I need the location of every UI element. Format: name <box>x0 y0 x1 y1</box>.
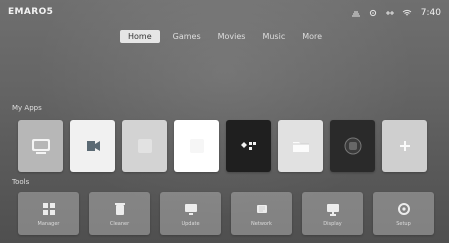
blank-icon <box>189 139 204 153</box>
app-tile-file-manager[interactable] <box>278 120 323 172</box>
gear-icon <box>395 200 413 218</box>
tool-label: Cleaner <box>109 221 130 227</box>
settings-icon <box>368 9 378 17</box>
tool-tile-display[interactable]: Display <box>302 192 363 235</box>
app-tile-4[interactable] <box>174 120 219 172</box>
tab-movies[interactable]: Movies <box>214 30 250 43</box>
tool-tile-cleaner[interactable]: Cleaner <box>89 192 150 235</box>
tool-row: Manager Cleaner Update Network Display S… <box>18 192 434 235</box>
tool-label: Network <box>251 221 272 227</box>
cast-icon <box>31 139 50 154</box>
blank-icon <box>137 139 152 153</box>
tool-label: Display <box>323 221 342 227</box>
app-tile-3[interactable] <box>122 120 167 172</box>
section-title-apps: My Apps <box>12 104 42 112</box>
app-row <box>18 120 434 172</box>
tool-tile-update[interactable]: Update <box>160 192 221 235</box>
folder-icon <box>292 142 309 152</box>
usb-icon <box>385 9 395 17</box>
app-tile-screen-cast[interactable] <box>18 120 63 172</box>
tab-bar: Home Games Movies Music More <box>120 30 326 43</box>
section-title-tools: Tools <box>12 178 30 186</box>
app-tile-add[interactable] <box>382 120 427 172</box>
clock: 7:40 <box>420 8 441 18</box>
display-icon <box>324 200 342 218</box>
trash-icon <box>111 200 129 218</box>
grid-icon <box>40 200 58 218</box>
video-icon <box>86 141 100 151</box>
tab-music[interactable]: Music <box>258 30 289 43</box>
app-tile-7[interactable] <box>330 120 375 172</box>
tool-tile-network[interactable]: Network <box>231 192 292 235</box>
network-icon <box>253 200 271 218</box>
tab-games[interactable]: Games <box>169 30 205 43</box>
app-tile-5[interactable] <box>226 120 271 172</box>
network-icon <box>351 9 361 17</box>
app-tile-media[interactable] <box>70 120 115 172</box>
tool-label: Manager <box>37 221 60 227</box>
tab-home[interactable]: Home <box>120 30 160 43</box>
wifi-icon <box>402 9 412 17</box>
tool-tile-manager[interactable]: Manager <box>18 192 79 235</box>
tab-more[interactable]: More <box>298 30 326 43</box>
brand-logo: EMARO5 <box>8 7 54 17</box>
tool-tile-setup[interactable]: Setup <box>373 192 434 235</box>
tool-label: Update <box>181 221 200 227</box>
emblem-icon <box>344 137 361 155</box>
tool-label: Setup <box>396 221 411 227</box>
monitor-icon <box>182 200 200 218</box>
plus-icon <box>399 141 410 151</box>
status-bar: 7:40 <box>351 8 441 18</box>
controller-icon <box>240 142 256 150</box>
